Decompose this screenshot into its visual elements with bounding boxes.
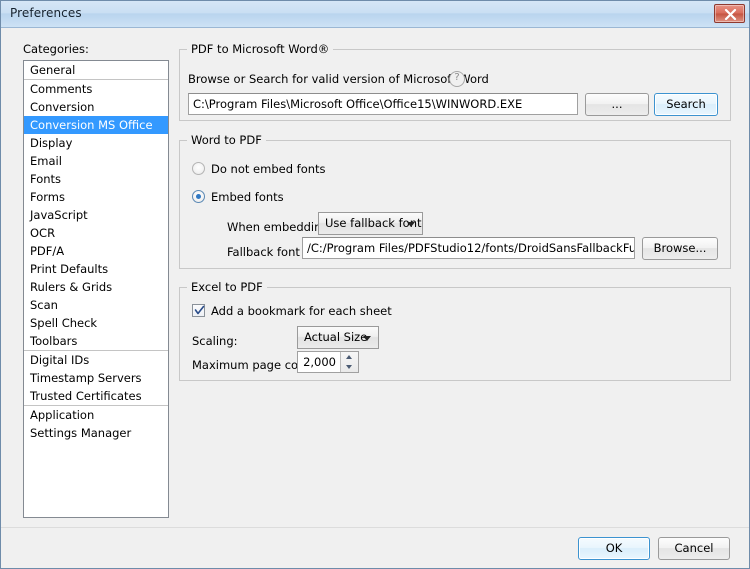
sidebar-item-fonts[interactable]: Fonts (24, 170, 168, 188)
help-icon[interactable]: ? (449, 71, 465, 87)
categories-label: Categories: (23, 42, 89, 56)
sidebar-item-settings-manager[interactable]: Settings Manager (24, 424, 168, 442)
browse-or-search-label: Browse or Search for valid version of Mi… (188, 72, 489, 86)
stepper-buttons (340, 352, 358, 372)
sidebar-item-ocr[interactable]: OCR (24, 224, 168, 242)
radio-do-not-embed-fonts[interactable] (192, 162, 205, 175)
when-embedding-fails-select[interactable]: Use fallback font (318, 212, 423, 235)
chevron-down-icon (407, 222, 415, 227)
scaling-value: Actual Size (304, 330, 368, 344)
sidebar-item-application[interactable]: Application (24, 406, 168, 424)
sidebar-item-timestamp-servers[interactable]: Timestamp Servers (24, 369, 168, 387)
fallback-browse-button[interactable]: Browse... (642, 237, 718, 260)
max-page-count-value: 2,000 (303, 355, 336, 369)
footer-divider (1, 527, 749, 528)
scaling-select[interactable]: Actual Size (297, 326, 379, 349)
sidebar-item-conversion-ms-office[interactable]: Conversion MS Office (24, 116, 168, 134)
excel-to-pdf-group-title: Excel to PDF (187, 280, 267, 294)
sidebar-item-forms[interactable]: Forms (24, 188, 168, 206)
fallback-font-input[interactable]: /C:/Program Files/PDFStudio12/fonts/Droi… (302, 237, 635, 259)
sidebar-item-toolbars[interactable]: Toolbars (24, 332, 168, 351)
sidebar-item-digital-ids[interactable]: Digital IDs (24, 351, 168, 369)
word-path-input[interactable]: C:\Program Files\Microsoft Office\Office… (188, 93, 578, 115)
preferences-dialog: Preferences Categories: General Comments C… (0, 0, 750, 569)
add-bookmark-label: Add a bookmark for each sheet (211, 304, 392, 318)
sidebar-item-display[interactable]: Display (24, 134, 168, 152)
stepper-up-icon[interactable] (341, 352, 358, 362)
categories-list[interactable]: General Comments Conversion Conversion MS O… (23, 60, 169, 518)
sidebar-item-spell-check[interactable]: Spell Check (24, 314, 168, 332)
radio-embed-fonts[interactable] (192, 190, 205, 203)
sidebar-item-pdf-a[interactable]: PDF/A (24, 242, 168, 260)
close-icon[interactable] (714, 4, 745, 23)
word-to-pdf-group-title: Word to PDF (187, 133, 266, 147)
search-button[interactable]: Search (654, 93, 718, 116)
sidebar-item-rulers-grids[interactable]: Rulers & Grids (24, 278, 168, 296)
pdf-to-word-group-title: PDF to Microsoft Word® (187, 42, 334, 56)
sidebar-item-general[interactable]: General (24, 61, 168, 80)
sidebar-item-print-defaults[interactable]: Print Defaults (24, 260, 168, 278)
browse-ellipsis-button[interactable]: ... (585, 93, 649, 116)
cancel-button[interactable]: Cancel (658, 537, 730, 560)
sidebar-item-conversion[interactable]: Conversion (24, 98, 168, 116)
ok-button[interactable]: OK (578, 537, 650, 560)
title-bar: Preferences (1, 1, 749, 28)
scaling-label: Scaling: (192, 334, 238, 348)
sidebar-item-comments[interactable]: Comments (24, 80, 168, 98)
window-title: Preferences (10, 6, 82, 20)
sidebar-item-javascript[interactable]: JavaScript (24, 206, 168, 224)
add-bookmark-checkbox[interactable] (192, 304, 205, 317)
sidebar-item-email[interactable]: Email (24, 152, 168, 170)
stepper-down-icon[interactable] (341, 362, 358, 372)
checkmark-icon (194, 305, 205, 315)
radio-do-not-embed-fonts-label: Do not embed fonts (211, 162, 326, 176)
close-x-glyph (724, 9, 737, 20)
sidebar-item-scan[interactable]: Scan (24, 296, 168, 314)
radio-embed-fonts-label: Embed fonts (211, 190, 284, 204)
max-page-count-stepper[interactable]: 2,000 (297, 351, 359, 373)
chevron-down-icon (363, 336, 371, 341)
sidebar-item-trusted-certificates[interactable]: Trusted Certificates (24, 387, 168, 406)
fallback-font-label: Fallback font (227, 245, 300, 259)
